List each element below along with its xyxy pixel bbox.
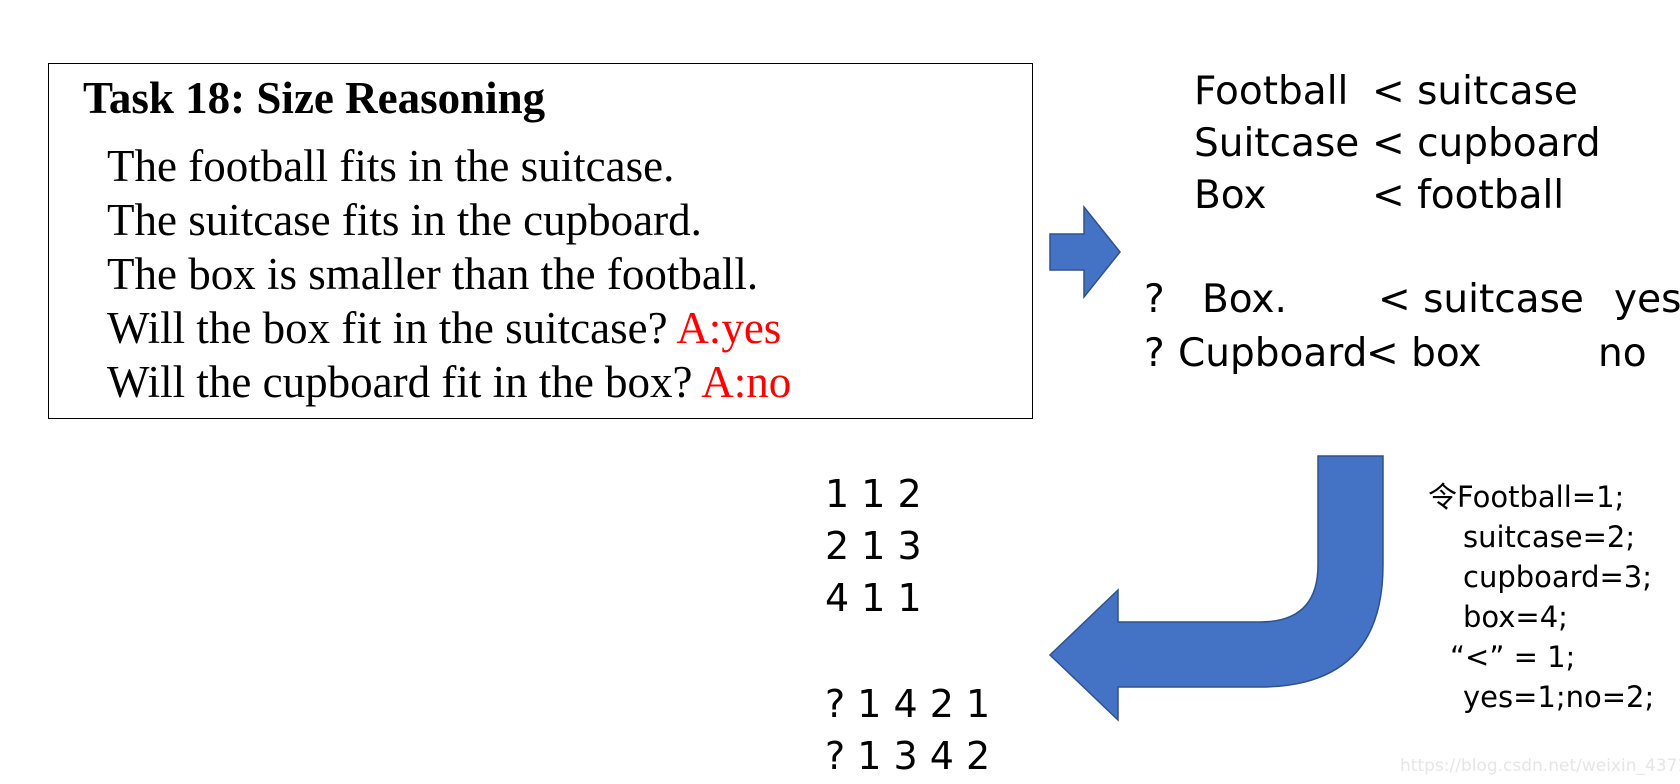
bent-arrow-icon [1048,455,1384,722]
task-question-1: Will the box fit in the suitcase? A:yes [107,302,781,354]
query-mark: ? [1144,277,1165,322]
query-relation: < box [1366,331,1482,376]
mapping-line-1: 令Football=1; [1428,480,1625,514]
query-answer: no [1598,331,1647,376]
query-mark: ? [1144,331,1165,376]
task-line-2: The suitcase fits in the cupboard. [107,195,702,245]
query-answer: yes [1614,277,1680,322]
numeric-query-2: ? 1 3 4 2 [825,734,991,778]
fact-relation: < football [1372,173,1565,218]
task-line-3: The box is smaller than the football. [107,249,759,299]
task-question-2: Will the cupboard fit in the box? A:no [107,356,791,408]
fact-subject: Football [1194,69,1349,114]
mapping-line-3: cupboard=3; [1463,560,1652,594]
encoded-fact-1: Football < suitcase [1194,66,1578,118]
query-subject: Cupboard [1178,331,1368,376]
numeric-fact-2: 2 1 3 [825,524,922,568]
fact-relation: < cupboard [1372,121,1601,166]
fact-subject: Box [1194,173,1267,218]
mapping-line-5: “<” = 1; [1450,640,1576,674]
mapping-line-2: suitcase=2; [1463,520,1636,554]
task-title: Task 18: Size Reasoning [83,73,546,123]
mapping-line-4: box=4; [1463,600,1568,634]
numeric-fact-3: 4 1 1 [825,576,922,620]
task-box: Task 18: Size Reasoning The football fit… [48,63,1033,419]
question-answer: A:no [701,357,792,407]
numeric-fact-1: 1 1 2 [825,472,922,516]
question-answer: A:yes [676,303,782,353]
question-text: Will the box fit in the suitcase? [107,303,677,353]
right-arrow-icon [1049,205,1121,300]
task-line-1: The football fits in the suitcase. [107,141,675,191]
encoded-fact-2: Suitcase < cupboard [1194,118,1601,170]
encoded-fact-3: Box < football [1194,170,1564,222]
query-relation: < suitcase [1378,277,1584,322]
fact-relation: < suitcase [1372,69,1578,114]
query-subject: Box. [1202,277,1287,322]
numeric-query-1: ? 1 4 2 1 [825,682,991,726]
fact-subject: Suitcase [1194,121,1360,166]
watermark: https://blog.csdn.net/weixin_43714954 [1400,756,1680,776]
mapping-line-6: yes=1;no=2; [1463,680,1655,714]
question-text: Will the cupboard fit in the box? [107,357,702,407]
